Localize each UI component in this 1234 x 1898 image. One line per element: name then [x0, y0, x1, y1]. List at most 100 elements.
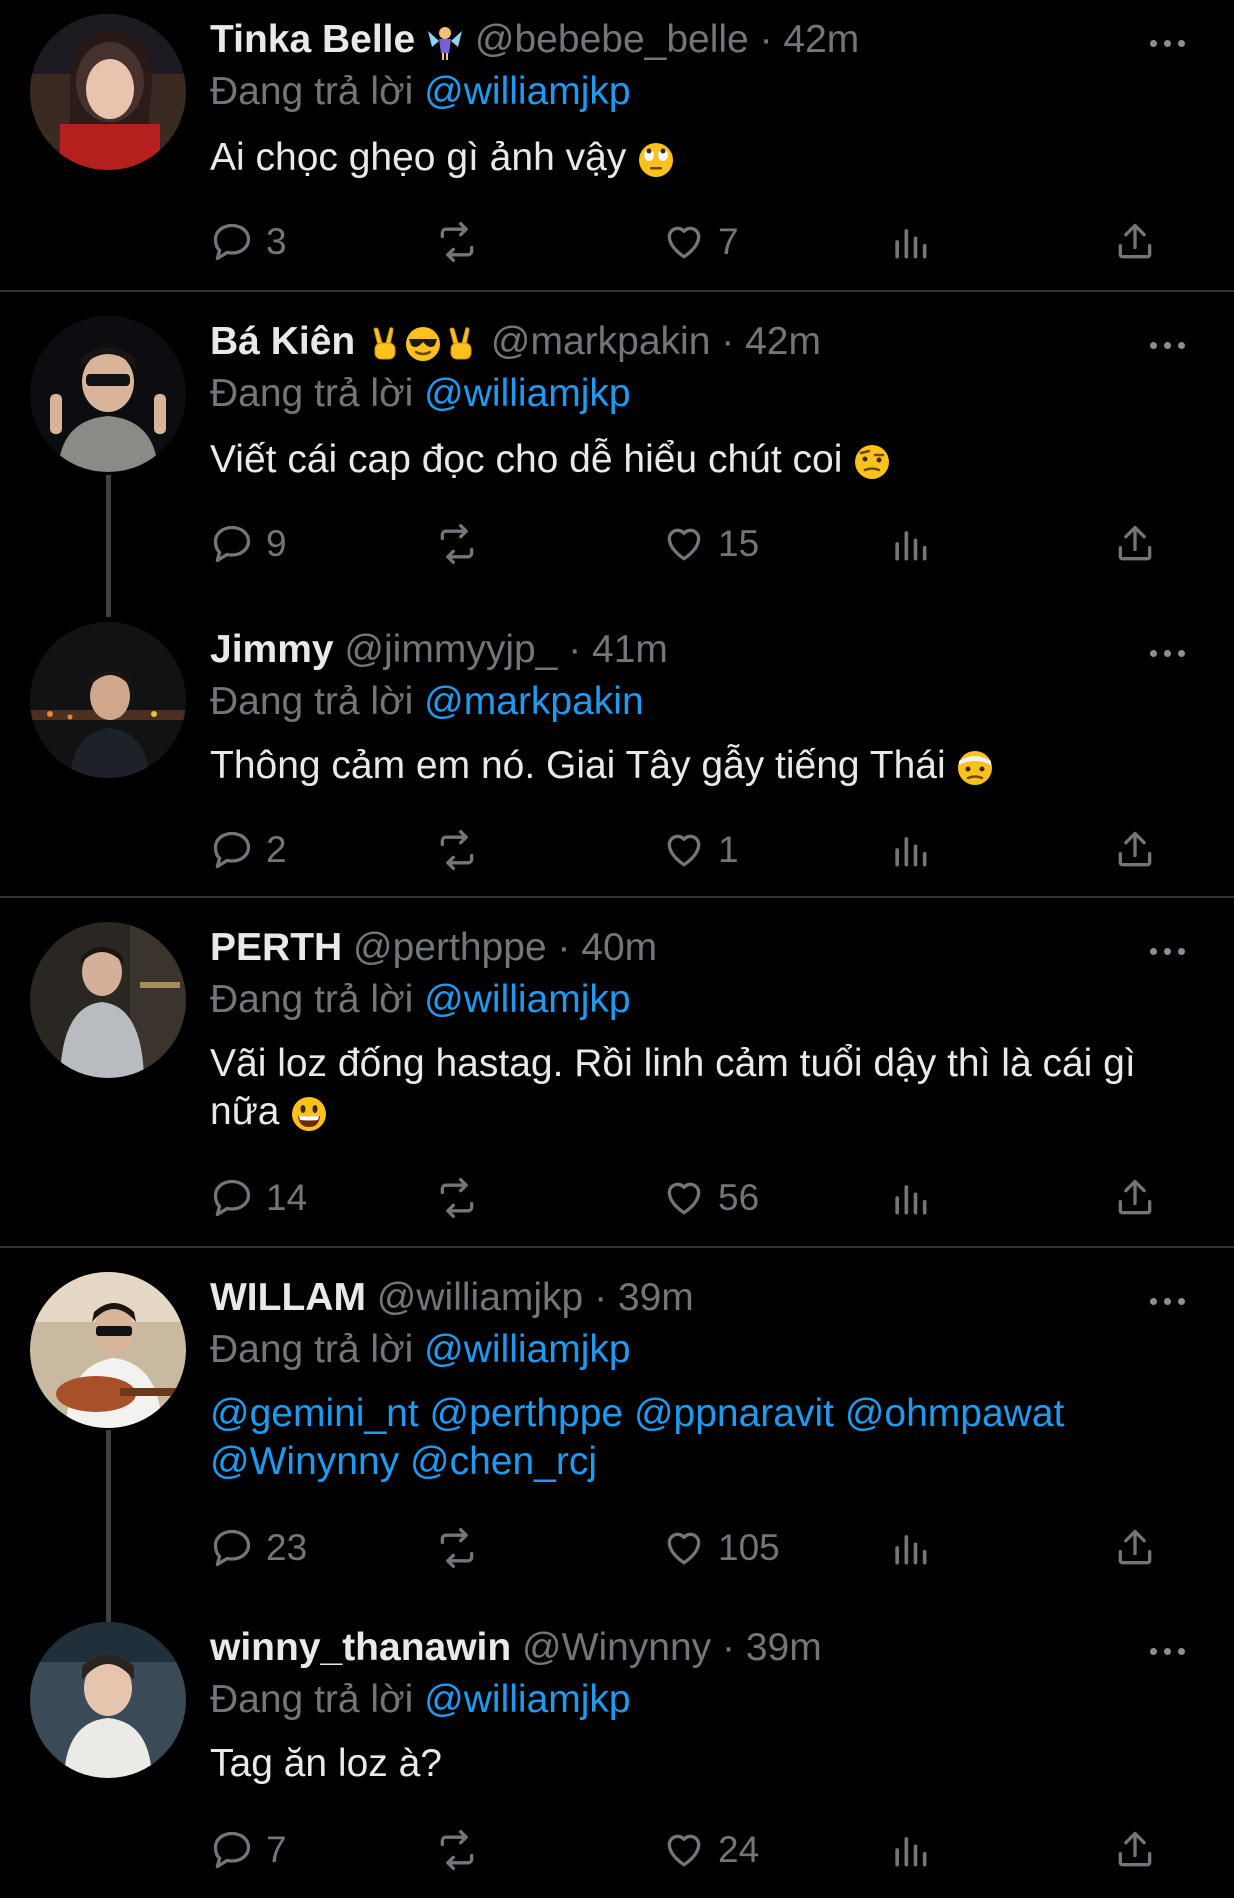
- more-options-icon[interactable]: [1150, 1642, 1190, 1662]
- separator-dot: ·: [546, 926, 582, 969]
- views-button[interactable]: [888, 1820, 944, 1880]
- display-name[interactable]: WILLAM: [210, 1276, 366, 1319]
- mention-link[interactable]: @markpakin: [424, 680, 644, 723]
- reply-button[interactable]: 3: [210, 212, 287, 272]
- retweet-button[interactable]: [435, 1820, 491, 1880]
- retweet-icon: [440, 1178, 474, 1218]
- mention-link[interactable]: @williamjkp: [424, 372, 630, 415]
- mention-link[interactable]: @Winynny: [210, 1440, 399, 1483]
- retweet-button[interactable]: [435, 212, 491, 272]
- share-button[interactable]: [1113, 820, 1169, 880]
- mention-link[interactable]: @perthppe: [430, 1392, 624, 1435]
- mention-link[interactable]: @williamjkp: [424, 1328, 630, 1371]
- retweet-button[interactable]: [435, 1518, 491, 1578]
- tweet-5[interactable]: WILLAM @williamjkp · 39m Đang trả lời @w…: [0, 1248, 1234, 1598]
- more-options-icon[interactable]: [1150, 34, 1190, 54]
- timestamp[interactable]: 41m: [592, 628, 668, 671]
- tweet-text-content: Thông cảm em nó. Giai Tây gẫy tiếng Thái: [210, 744, 946, 787]
- mention-link[interactable]: @williamjkp: [424, 978, 630, 1021]
- like-count: 1: [718, 829, 739, 870]
- display-name[interactable]: Jimmy: [210, 628, 334, 671]
- share-button[interactable]: [1113, 1820, 1169, 1880]
- tweet-3[interactable]: Jimmy @jimmyyjp_ · 41m Đang trả lời @mar…: [0, 602, 1234, 896]
- action-bar: 2 1: [0, 820, 1234, 880]
- timestamp[interactable]: 42m: [783, 18, 859, 61]
- mention-line: @gemini_nt @perthppe @ppnaravit @ohmpawa…: [210, 1390, 1200, 1438]
- separator-dot: ·: [710, 320, 746, 363]
- handle[interactable]: @williamjkp: [377, 1276, 583, 1319]
- share-button[interactable]: [1113, 212, 1169, 272]
- mention-link[interactable]: @chen_rcj: [410, 1440, 597, 1483]
- share-icon: [1118, 525, 1152, 561]
- mention-link[interactable]: @williamjkp: [424, 70, 630, 113]
- handle[interactable]: @markpakin: [491, 320, 711, 363]
- replying-label: Đang trả lời: [210, 1678, 414, 1721]
- analytics-icon: [895, 1837, 927, 1867]
- tweet-header: Jimmy @jimmyyjp_ · 41m: [210, 626, 668, 674]
- avatar[interactable]: [30, 316, 186, 472]
- like-button[interactable]: 105: [662, 1518, 780, 1578]
- timestamp[interactable]: 40m: [581, 926, 657, 969]
- tweet-1[interactable]: Tinka Belle @bebebe_belle · 42m Đang trả…: [0, 0, 1234, 290]
- reply-icon: [213, 1831, 251, 1869]
- views-button[interactable]: [888, 212, 944, 272]
- like-button[interactable]: 1: [662, 820, 739, 880]
- mention-link[interactable]: @ppnaravit: [634, 1392, 834, 1435]
- avatar[interactable]: [30, 622, 186, 778]
- share-button[interactable]: [1113, 1168, 1169, 1228]
- action-bar: 7 24: [0, 1820, 1234, 1880]
- avatar[interactable]: [30, 1622, 186, 1778]
- tweet-2[interactable]: Bá Kiên @markpakin · 42m Đang trả lời @w…: [0, 292, 1234, 602]
- like-count: 7: [718, 221, 739, 262]
- action-bar: 23 105: [0, 1518, 1234, 1578]
- handle[interactable]: @Winynny: [522, 1626, 711, 1669]
- display-name[interactable]: Bá Kiên: [210, 320, 355, 363]
- reply-icon: [213, 1179, 251, 1217]
- share-button[interactable]: [1113, 514, 1169, 574]
- display-name[interactable]: PERTH: [210, 926, 342, 969]
- handle[interactable]: @bebebe_belle: [475, 18, 749, 61]
- share-icon: [1118, 1831, 1152, 1867]
- like-button[interactable]: 56: [662, 1168, 759, 1228]
- views-button[interactable]: [888, 514, 944, 574]
- timestamp[interactable]: 42m: [745, 320, 821, 363]
- reply-count: 23: [266, 1527, 308, 1568]
- reply-button[interactable]: 2: [210, 820, 287, 880]
- retweet-button[interactable]: [435, 820, 491, 880]
- like-button[interactable]: 24: [662, 1820, 759, 1880]
- timestamp[interactable]: 39m: [746, 1626, 822, 1669]
- more-options-icon[interactable]: [1150, 942, 1190, 962]
- avatar[interactable]: [30, 14, 186, 170]
- mention-link[interactable]: @ohmpawat: [845, 1392, 1065, 1435]
- handle[interactable]: @jimmyyjp_: [344, 628, 557, 671]
- tweet-6[interactable]: winny_thanawin @Winynny · 39m Đang trả l…: [0, 1598, 1234, 1898]
- replying-label: Đang trả lời: [210, 70, 414, 113]
- display-name[interactable]: Tinka Belle: [210, 18, 415, 61]
- analytics-icon: [895, 1535, 927, 1565]
- views-button[interactable]: [888, 1168, 944, 1228]
- mention-link[interactable]: @gemini_nt: [210, 1392, 419, 1435]
- avatar[interactable]: [30, 922, 186, 1078]
- more-options-icon[interactable]: [1150, 336, 1190, 356]
- reply-button[interactable]: 23: [210, 1518, 307, 1578]
- more-options-icon[interactable]: [1150, 1292, 1190, 1312]
- tweet-4[interactable]: PERTH @perthppe · 40m Đang trả lời @will…: [0, 898, 1234, 1246]
- views-button[interactable]: [888, 820, 944, 880]
- reply-button[interactable]: 9: [210, 514, 287, 574]
- more-options-icon[interactable]: [1150, 644, 1190, 664]
- handle[interactable]: @perthppe: [353, 926, 547, 969]
- replying-label: Đang trả lời: [210, 680, 414, 723]
- views-button[interactable]: [888, 1518, 944, 1578]
- retweet-button[interactable]: [435, 1168, 491, 1228]
- display-name[interactable]: winny_thanawin: [210, 1626, 511, 1669]
- like-button[interactable]: 15: [662, 514, 759, 574]
- avatar[interactable]: [30, 1272, 186, 1428]
- retweet-button[interactable]: [435, 514, 491, 574]
- like-button[interactable]: 7: [662, 212, 739, 272]
- mention-link[interactable]: @williamjkp: [424, 1678, 630, 1721]
- timestamp[interactable]: 39m: [618, 1276, 694, 1319]
- share-button[interactable]: [1113, 1518, 1169, 1578]
- heart-icon: [667, 1182, 701, 1215]
- reply-button[interactable]: 14: [210, 1168, 307, 1228]
- reply-button[interactable]: 7: [210, 1820, 287, 1880]
